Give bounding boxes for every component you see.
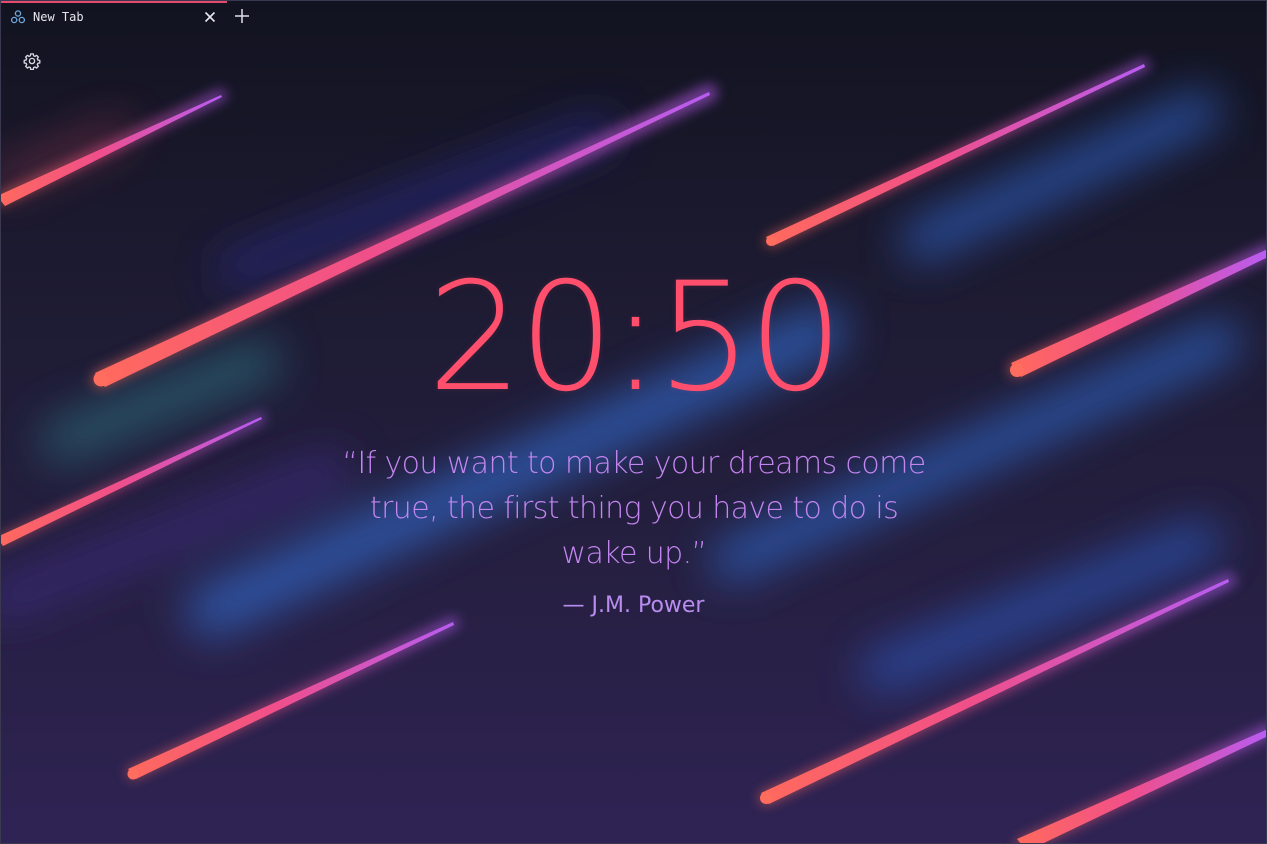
tab-bar: New Tab — [1, 1, 1266, 31]
tab-title: New Tab — [33, 10, 84, 24]
plus-icon — [235, 9, 249, 23]
clock: 20:50 — [427, 251, 843, 425]
settings-button[interactable] — [22, 51, 42, 71]
extension-logo-icon — [10, 9, 26, 25]
new-tab-content: 20:50 “If you want to make your dreams c… — [1, 1, 1266, 843]
new-tab-button[interactable] — [231, 5, 253, 27]
tab-new-tab[interactable]: New Tab — [1, 1, 227, 31]
quote-text: “If you want to make your dreams come tr… — [342, 446, 926, 571]
gear-icon — [23, 53, 41, 70]
quote-author: — J.M. Power — [562, 593, 705, 618]
browser-window: New Tab 20:50 “If you want to make your … — [0, 0, 1267, 844]
close-icon[interactable] — [201, 8, 219, 26]
